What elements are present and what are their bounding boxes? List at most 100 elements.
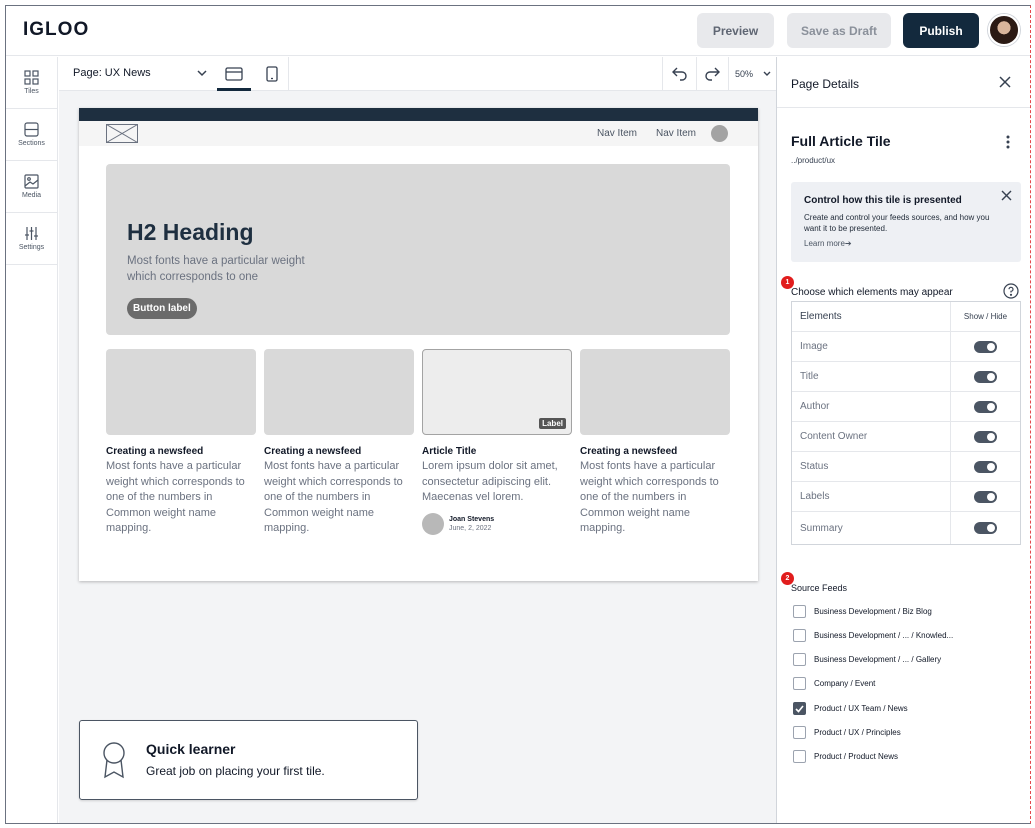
show-hide-toggle[interactable] [974, 400, 997, 413]
feed-label: Business Development / Biz Blog [814, 607, 932, 616]
app-window: IGLOO Preview Save as Draft Publish Tile… [5, 5, 1031, 824]
more-options-icon[interactable] [1006, 135, 1010, 149]
show-hide-toggle[interactable] [974, 490, 997, 503]
preview-nav: Nav Item Nav Item [79, 121, 758, 146]
preview-topbar [79, 108, 758, 121]
rail-item-settings[interactable]: Settings [6, 213, 57, 265]
toolbar-divider [662, 57, 663, 91]
hero-heading: H2 Heading [127, 219, 254, 245]
feed-option[interactable]: Product / UX Team / News [793, 702, 908, 715]
feed-option[interactable]: Business Development / Biz Blog [793, 605, 932, 618]
page-details-panel: Page Details Full Article Tile ../produc… [776, 57, 1030, 823]
close-icon[interactable] [999, 76, 1011, 88]
chevron-down-icon[interactable] [195, 66, 209, 80]
grid-icon [24, 70, 39, 85]
checkbox[interactable] [793, 726, 806, 739]
page-select[interactable]: Page: UX News [73, 67, 151, 79]
author-name: Joan Stevens [449, 515, 495, 523]
card-title: Creating a newsfeed [264, 446, 362, 457]
show-hide-toggle[interactable] [974, 370, 997, 383]
feed-label: Product / UX Team / News [814, 704, 908, 713]
checkbox[interactable] [793, 653, 806, 666]
toast-title: Quick learner [146, 741, 236, 757]
table-header: Elements Show / Hide [792, 302, 1020, 332]
toast-message: Great job on placing your first tile. [146, 764, 325, 778]
undo-icon[interactable] [672, 67, 688, 81]
feed-label: Business Development / ... / Gallery [814, 655, 942, 664]
checkbox[interactable] [793, 629, 806, 642]
rail-item-tiles[interactable]: Tiles [6, 57, 57, 109]
mobile-view-icon[interactable] [266, 66, 278, 82]
show-hide-toggle[interactable] [974, 460, 997, 473]
canvas-toolbar: Page: UX News 50% [59, 57, 776, 91]
checkbox[interactable] [793, 750, 806, 763]
zoom-chevron-icon[interactable] [762, 69, 772, 79]
zoom-select[interactable]: 50% [735, 69, 753, 79]
rail-item-sections[interactable]: Sections [6, 109, 57, 161]
logo-placeholder-icon [106, 124, 138, 143]
element-label: Content Owner [800, 431, 868, 442]
card-title: Creating a newsfeed [580, 446, 678, 457]
card-text: Most fonts have a particular weight whic… [106, 460, 245, 534]
user-avatar[interactable] [988, 14, 1020, 46]
toolbar-divider [728, 57, 729, 91]
preview-button[interactable]: Preview [697, 13, 774, 48]
rail-label-settings: Settings [18, 244, 45, 251]
feed-label: Company / Event [814, 679, 876, 688]
redo-icon[interactable] [704, 67, 720, 81]
table-row: Image [792, 332, 1020, 362]
toolbar-divider [696, 57, 697, 91]
show-hide-toggle[interactable] [974, 522, 997, 534]
desktop-view-icon[interactable] [225, 67, 243, 81]
card-author: Joan Stevens June, 2, 2022 [422, 512, 572, 535]
checkbox[interactable] [793, 677, 806, 690]
article-card: Creating a newsfeed Most fonts have a pa… [106, 349, 256, 537]
achievement-toast: Quick learner Great job on placing your … [79, 720, 418, 800]
column-header-show-hide: Show / Hide [950, 302, 1020, 331]
card-title: Creating a newsfeed [106, 446, 204, 457]
feed-option[interactable]: Product / Product News [793, 750, 898, 763]
elements-table: Elements Show / Hide Image Title Author … [791, 301, 1021, 545]
sliders-icon [25, 227, 38, 240]
checkbox[interactable] [793, 605, 806, 618]
active-view-indicator [217, 88, 251, 91]
left-rail: Tiles Sections Media Settings [6, 57, 58, 823]
info-callout: Control how this tile is presented Creat… [791, 182, 1021, 262]
table-row: Status [792, 452, 1020, 482]
preview-nav-item: Nav Item [656, 128, 697, 139]
rail-item-media[interactable]: Media [6, 161, 57, 213]
card-text: Lorem ipsum dolor sit amet, consectetur … [422, 460, 558, 503]
close-icon[interactable] [1001, 190, 1012, 201]
article-card-selected: Label Article Title Lorem ipsum dolor si… [422, 349, 572, 535]
article-card: Creating a newsfeed Most fonts have a pa… [580, 349, 730, 537]
rail-label-tiles: Tiles [24, 88, 39, 95]
show-hide-toggle[interactable] [974, 430, 997, 443]
show-hide-toggle[interactable] [974, 340, 997, 353]
feed-label: Product / UX / Principles [814, 728, 901, 737]
feed-option[interactable]: Business Development / ... / Gallery [793, 653, 941, 666]
table-row: Labels [792, 482, 1020, 512]
table-row: Content Owner [792, 422, 1020, 452]
page-preview[interactable]: Nav Item Nav Item H2 Heading Most fonts … [79, 108, 758, 581]
toolbar-divider [288, 57, 289, 91]
element-label: Author [800, 401, 830, 412]
card-text: Most fonts have a particular weight whic… [264, 460, 403, 534]
help-icon[interactable] [1003, 283, 1019, 299]
preview-nav-item: Nav Item [597, 128, 638, 139]
learn-more-link[interactable]: Learn more➔ [804, 239, 852, 248]
card-thumbnail [580, 349, 730, 435]
feed-option[interactable]: Product / UX / Principles [793, 726, 901, 739]
element-label: Image [800, 341, 828, 352]
save-draft-button[interactable]: Save as Draft [787, 13, 891, 48]
checkbox-checked[interactable] [793, 702, 806, 715]
column-header-elements: Elements [800, 311, 842, 322]
panel-header: Page Details [777, 57, 1030, 108]
hero-button: Button label [127, 298, 197, 319]
feed-option[interactable]: Company / Event [793, 677, 875, 690]
element-label: Title [800, 371, 819, 382]
panel-title: Page Details [791, 77, 860, 91]
element-label: Status [800, 461, 829, 472]
publish-button[interactable]: Publish [903, 13, 979, 48]
feed-option[interactable]: Business Development / ... / Knowled... [793, 629, 953, 642]
top-bar: IGLOO Preview Save as Draft Publish [6, 6, 1030, 56]
